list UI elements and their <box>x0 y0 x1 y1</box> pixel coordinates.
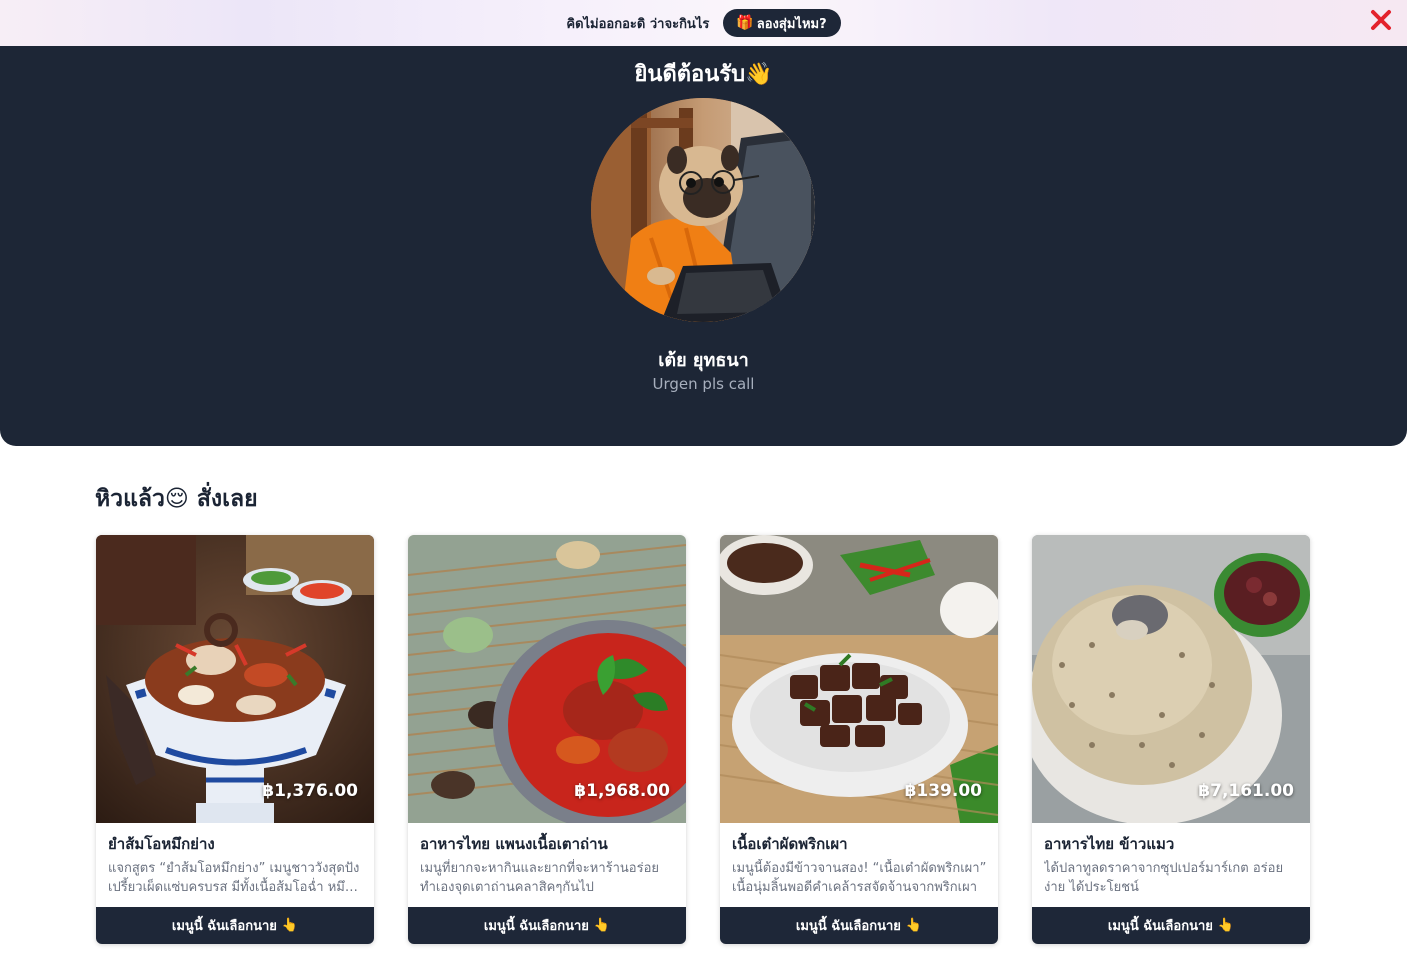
profile-status: Urgen pls call <box>652 375 755 393</box>
random-menu-button[interactable]: 🎁 ลองสุ่มไหม? <box>723 9 841 37</box>
promo-text: คิดไม่ออกอะดิ ว่าจะกินไร <box>566 16 710 32</box>
select-menu-button[interactable]: เมนูนี้ ฉันเลือกนาย 👆 <box>720 907 998 944</box>
menu-description: ได้ปลาทูลดราคาจากซุปเปอร์มาร์เกต อร่อยง่… <box>1044 861 1284 895</box>
menu-image <box>1032 535 1310 823</box>
select-menu-button-label: เมนูนี้ ฉันเลือกนาย <box>483 919 589 934</box>
select-menu-button-label: เมนูนี้ ฉันเลือกนาย <box>171 919 277 934</box>
select-menu-button[interactable]: เมนูนี้ ฉันเลือกนาย 👆 <box>1032 907 1310 944</box>
pointing-up-icon: 👆 <box>1217 918 1235 933</box>
menu-card[interactable]: ฿1,376.00 ยำส้มโอหมึกย่าง แจกสูตร “ยำส้ม… <box>96 535 374 944</box>
menu-card[interactable]: ฿139.00 เนื้อเต๋าผัดพริกเผา เมนูนี้ต้องม… <box>720 535 998 944</box>
profile-name: เต้ย ยุทธนา <box>658 350 749 371</box>
promo-banner: คิดไม่ออกอะดิ ว่าจะกินไร 🎁 ลองสุ่มไหม? <box>0 0 1407 46</box>
menu-description: เมนูนี้ต้องมีข้าวจานสอง! “เนื้อเต๋าผัดพร… <box>732 861 987 895</box>
select-menu-button[interactable]: เมนูนี้ ฉันเลือกนาย 👆 <box>408 907 686 944</box>
menu-card[interactable]: ฿7,161.00 อาหารไทย ข้าวแมว ได้ปลาทูลดราค… <box>1032 535 1310 944</box>
menu-description: แจกสูตร “ยำส้มโอหมึกย่าง” เมนูชาววังสุดป… <box>108 861 360 895</box>
pointing-up-icon: 👆 <box>593 918 611 933</box>
menu-title: อาหารไทย แพนงเนื้อเตาถ่าน <box>420 835 608 853</box>
menu-image <box>720 535 998 823</box>
pointing-up-icon: 👆 <box>905 918 923 933</box>
menu-price: ฿1,968.00 <box>574 781 670 801</box>
pointing-up-icon: 👆 <box>281 918 299 933</box>
select-menu-button[interactable]: เมนูนี้ ฉันเลือกนาย 👆 <box>96 907 374 944</box>
menu-title: ยำส้มโอหมึกย่าง <box>108 835 215 853</box>
menu-card[interactable]: ฿1,968.00 อาหารไทย แพนงเนื้อเตาถ่าน เมนู… <box>408 535 686 944</box>
profile-hero: ยินดีต้อนรับ👋 เต้ย ยุทธนา Urgen pls call <box>0 46 1407 446</box>
random-menu-button-label: ลองสุ่มไหม? <box>756 16 827 32</box>
gift-icon: 🎁 <box>736 15 754 31</box>
section-title: หิวแล้ว😌 สั่งเลย <box>95 486 258 512</box>
menu-price: ฿1,376.00 <box>262 781 358 801</box>
avatar <box>591 98 815 322</box>
select-menu-button-label: เมนูนี้ ฉันเลือกนาย <box>795 919 901 934</box>
select-menu-button-label: เมนูนี้ ฉันเลือกนาย <box>1107 919 1213 934</box>
menu-title: อาหารไทย ข้าวแมว <box>1044 835 1175 853</box>
close-icon <box>1371 10 1391 30</box>
menu-title: เนื้อเต๋าผัดพริกเผา <box>732 835 848 853</box>
menu-price: ฿7,161.00 <box>1198 781 1294 801</box>
menu-image <box>408 535 686 823</box>
close-banner-button[interactable] <box>1367 6 1395 34</box>
menu-image <box>96 535 374 823</box>
menu-description: เมนูที่ยากจะหากินและยากที่จะหาร้านอร่อย … <box>420 861 660 895</box>
menu-price: ฿139.00 <box>904 781 982 801</box>
welcome-heading: ยินดีต้อนรับ👋 <box>634 62 773 87</box>
